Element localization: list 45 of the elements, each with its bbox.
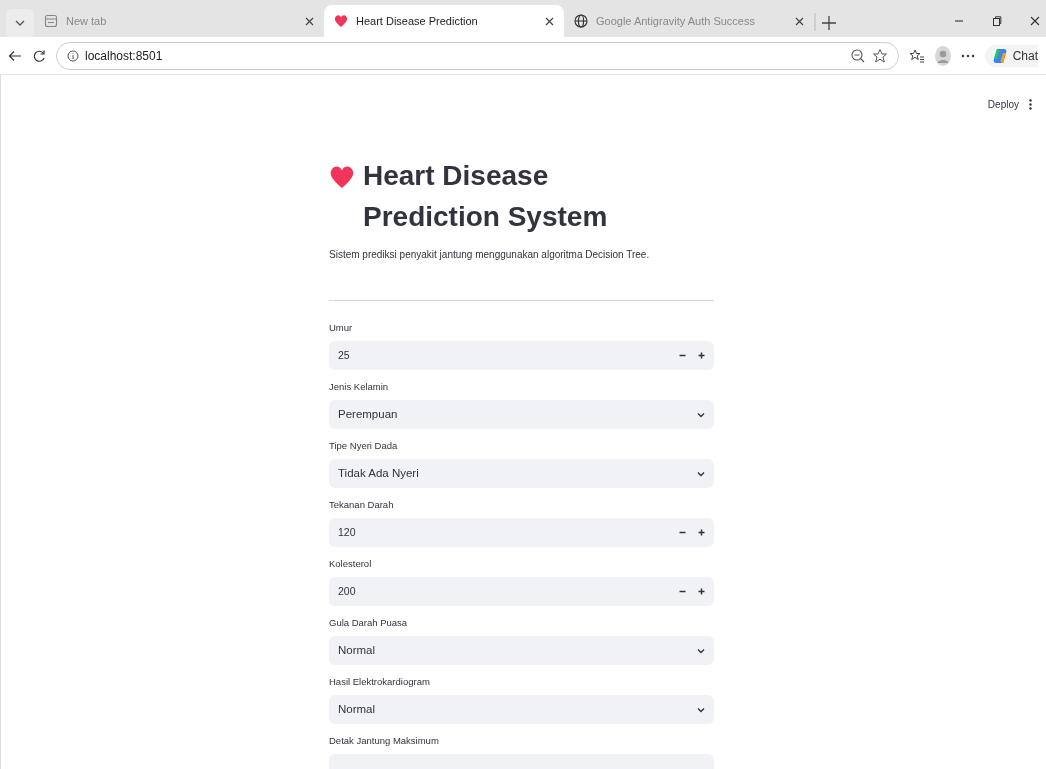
star-icon[interactable]	[871, 47, 888, 64]
browser-tab[interactable]: Heart Disease Prediction	[324, 5, 564, 37]
heart-icon	[329, 164, 355, 190]
close-window-icon[interactable]	[1030, 16, 1040, 26]
restore-icon[interactable]	[992, 16, 1002, 26]
select-dropdown[interactable]: Normal	[329, 695, 714, 725]
field-label: Detak Jantung Maksimum	[329, 735, 439, 747]
field-label: Tipe Nyeri Dada	[329, 440, 398, 452]
number-input[interactable]: 200	[329, 577, 714, 607]
more-icon[interactable]	[960, 53, 975, 58]
field-label: Hasil Elektrokardiogram	[329, 676, 430, 688]
number-input[interactable]: 120	[329, 518, 714, 548]
description-text: Sistem prediksi penyakit jantung menggunakan algoritma Decision Tree.	[329, 248, 651, 263]
plus-icon[interactable]	[698, 352, 705, 360]
field-label: Kolesterol	[329, 558, 372, 570]
close-icon[interactable]	[795, 16, 804, 26]
field-label: Tekanan Darah	[329, 499, 394, 511]
reload-icon[interactable]	[32, 48, 46, 63]
select-dropdown[interactable]: Tidak Ada Nyeri	[329, 459, 714, 489]
chat-button[interactable]: Chat	[984, 44, 1038, 67]
more-vertical-icon[interactable]	[1029, 99, 1032, 110]
plus-icon[interactable]	[698, 588, 705, 596]
globe-icon	[574, 14, 588, 28]
plus-icon[interactable]	[698, 529, 705, 537]
page-icon	[44, 14, 58, 28]
field-label: Umur	[329, 322, 353, 334]
chevron-down-icon	[697, 411, 705, 418]
close-icon[interactable]	[305, 16, 314, 26]
heart-icon	[334, 14, 348, 28]
select-dropdown[interactable]: Normal	[329, 636, 714, 666]
page-title: Heart Disease Prediction System	[363, 159, 609, 234]
back-icon[interactable]	[8, 48, 22, 63]
chevron-down-icon	[697, 470, 705, 477]
info-icon	[67, 49, 79, 62]
close-icon[interactable]	[545, 16, 554, 26]
favorites-icon[interactable]	[908, 47, 925, 64]
zoom-out-icon[interactable]	[849, 47, 866, 64]
profile-avatar-icon[interactable]	[934, 45, 951, 66]
field-label: Gula Darah Puasa	[329, 617, 408, 629]
chevron-down-icon	[697, 647, 705, 654]
field-label: Jenis Kelamin	[329, 381, 389, 393]
deploy-button[interactable]: Deploy	[987, 97, 1019, 112]
chevron-down-icon	[697, 706, 705, 713]
number-input[interactable]: 25	[329, 341, 714, 371]
select-dropdown[interactable]: Perempuan	[329, 400, 714, 430]
